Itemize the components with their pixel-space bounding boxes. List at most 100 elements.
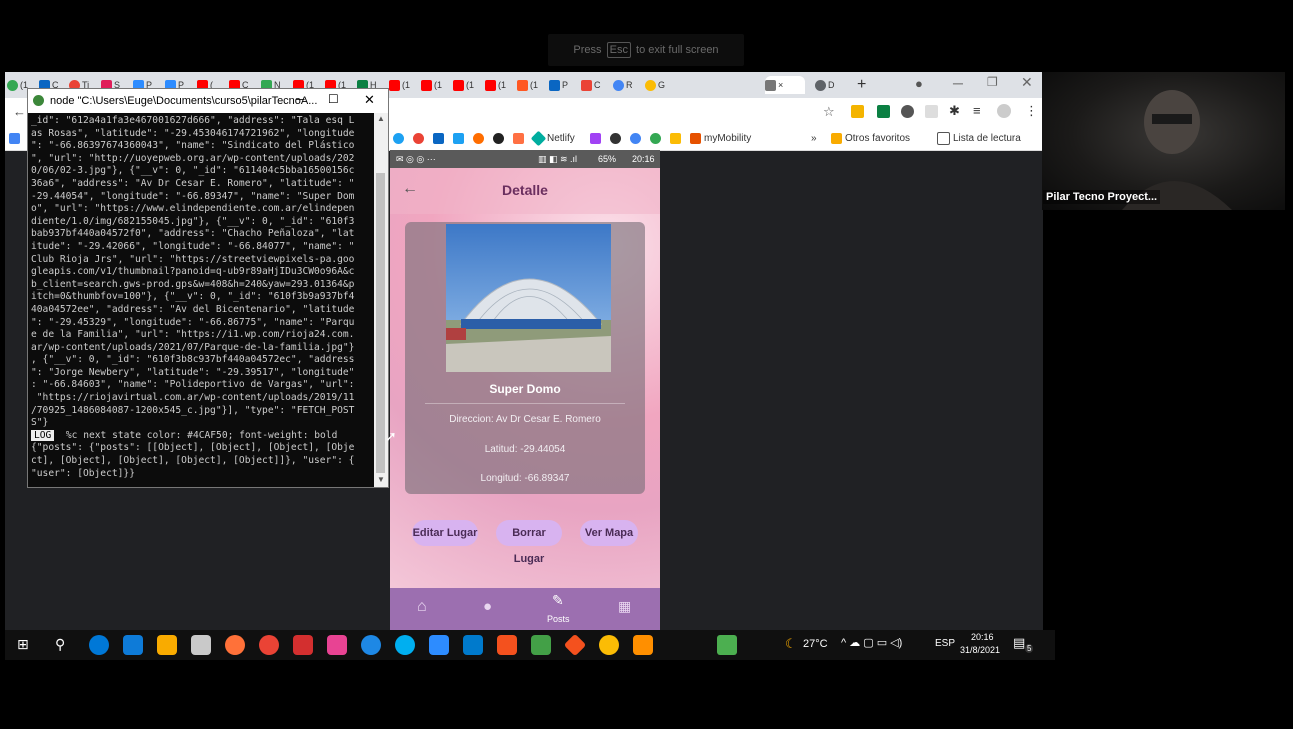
search-icon[interactable]: ⚲ (55, 636, 65, 653)
edge-icon[interactable] (89, 635, 109, 655)
tab-favicon (549, 79, 560, 91)
new-tab-button[interactable]: + (857, 76, 885, 94)
console-line: S"} (31, 417, 49, 429)
tray-icons[interactable]: ^ ☁ ▢ ▭ ◁) (841, 636, 902, 649)
file-explorer-icon[interactable] (157, 635, 177, 655)
bookmark-icon[interactable] (473, 131, 487, 145)
bookmark-icon[interactable] (630, 131, 644, 145)
chrome-icon[interactable] (259, 635, 279, 655)
user-icon[interactable]: ● (483, 598, 492, 615)
participant-name: Pilar Tecno Proyect... (1043, 190, 1161, 204)
tab-14[interactable]: (1 (421, 76, 449, 94)
status-time: 20:16 (632, 154, 655, 164)
sublime-icon[interactable] (497, 635, 517, 655)
firefox-icon[interactable] (225, 635, 245, 655)
tab-16[interactable]: (1 (485, 76, 513, 94)
bookmark-icon[interactable] (453, 131, 467, 145)
bookmark-icon[interactable] (670, 131, 684, 145)
weather-moon-icon[interactable]: ☾ (785, 636, 797, 652)
account-circle-icon[interactable]: ● (915, 76, 933, 94)
home-icon[interactable]: ⌂ (417, 598, 427, 616)
weather-temp[interactable]: 27°C (803, 638, 828, 650)
chrome-icon[interactable] (599, 635, 619, 655)
view-map-button[interactable]: Ver Mapa (580, 520, 638, 546)
back-arrow-icon[interactable]: ← (13, 104, 26, 119)
extension-icon[interactable] (851, 105, 864, 118)
node-app-icon[interactable] (717, 635, 737, 655)
maximize-icon[interactable]: ☐ (328, 92, 339, 106)
zoom-icon[interactable] (429, 635, 449, 655)
minimize-icon[interactable]: ─ (296, 92, 305, 106)
tab-19[interactable]: C (581, 76, 609, 94)
notifications-icon[interactable]: ▤ (1013, 635, 1025, 651)
fullscreen-hint-pre: Press (573, 44, 602, 56)
skype-icon[interactable] (395, 635, 415, 655)
profile-avatar[interactable] (997, 104, 1011, 118)
star-icon[interactable]: ☆ (823, 104, 835, 120)
restore-icon[interactable]: ❐ (987, 75, 998, 89)
bookmark-icon[interactable] (513, 131, 527, 145)
scroll-up-icon[interactable]: ▲ (377, 114, 385, 123)
bookmark-icon[interactable] (650, 131, 664, 145)
windows-start-icon[interactable]: ⊞ (17, 636, 29, 653)
store-icon[interactable] (191, 635, 211, 655)
clock-date[interactable]: 31/8/2021 (960, 645, 1000, 655)
vscode-icon[interactable] (463, 635, 483, 655)
close-icon[interactable]: ✕ (364, 92, 375, 108)
tab-21[interactable]: G (645, 76, 673, 94)
bookmark-icon[interactable] (610, 131, 624, 145)
apps-grid-icon[interactable] (9, 131, 23, 145)
tab-18[interactable]: P (549, 76, 577, 94)
bookmark-netlify[interactable]: Netlify (530, 130, 575, 146)
app-icon[interactable] (531, 635, 551, 655)
puzzle-icon[interactable]: ✱ (949, 103, 960, 119)
bookmark-icon[interactable] (393, 131, 407, 145)
git-icon[interactable] (563, 633, 587, 657)
bookmark-icon[interactable] (433, 131, 447, 145)
posts-nav-icon[interactable]: ✎ (552, 592, 564, 609)
tab-17[interactable]: (1 (517, 76, 545, 94)
console-line: ar/wp-content/uploads/2021/07/Parque-de-… (31, 341, 355, 353)
extension-icon[interactable] (925, 105, 938, 118)
map-icon[interactable]: ▦ (618, 598, 631, 615)
tab-15[interactable]: (1 (453, 76, 481, 94)
scroll-thumb[interactable] (376, 173, 385, 473)
menu-dots-icon[interactable]: ⋮ (1025, 103, 1038, 119)
bookmark-mymobility[interactable]: myMobility (690, 131, 751, 145)
tab-13[interactable]: (1 (389, 76, 417, 94)
tab-favicon (389, 79, 400, 91)
firefox-dev-icon[interactable] (361, 635, 381, 655)
extension-icon[interactable] (901, 105, 914, 118)
app-icon[interactable] (327, 635, 347, 655)
vlc-icon[interactable] (633, 635, 653, 655)
bookmark-lista-de-lectura[interactable]: Lista de lectura (937, 131, 1021, 145)
tab-20[interactable]: R (613, 76, 641, 94)
bookmark-icon[interactable] (413, 131, 427, 145)
scroll-down-icon[interactable]: ▼ (377, 475, 385, 484)
reading-list-icon[interactable]: ≡ (973, 103, 981, 118)
clock-time[interactable]: 20:16 (971, 632, 994, 642)
bookmark-icon[interactable] (493, 131, 507, 145)
console-line: gleapis.com/v1/thumbnail?panoid=q-ub9r89… (31, 266, 355, 278)
input-language[interactable]: ESP (935, 638, 955, 649)
bookmark-otros-favoritos[interactable]: Otros favoritos (831, 131, 910, 145)
log-text: %c next state color: #4CAF50; font-weigh… (54, 429, 338, 441)
tab-active[interactable]: × (765, 76, 805, 94)
edit-place-button[interactable]: Editar Lugar (412, 520, 478, 546)
console-title: node "C:\Users\Euge\Documents\curso5\pil… (50, 95, 318, 107)
place-address: Direccion: Av Dr Cesar E. Romero (449, 414, 601, 425)
console-line: as Rosas", "latitude": "-29.453046174721… (31, 127, 355, 139)
filezilla-icon[interactable] (293, 635, 313, 655)
bookmarks-overflow[interactable]: » (811, 131, 817, 145)
minimize-icon[interactable]: ─ (953, 75, 963, 91)
tab-23[interactable]: D (815, 76, 843, 94)
console-line: ": "-29.45329", "longitude": "-66.86775"… (31, 316, 355, 328)
place-latitude: Latitud: -29.44054 (484, 444, 566, 455)
windows-taskbar: ⊞ ⚲ ☾ 27°C ^ ☁ ▢ ▭ ◁) ESP 20:16 31/8/202… (5, 630, 1055, 660)
signal-icon: ▥ ◧ ≋ .ıl (538, 154, 578, 164)
bookmark-icon[interactable] (590, 131, 604, 145)
app-icon[interactable] (123, 635, 143, 655)
delete-place-button[interactable]: Borrar Lugar (496, 520, 562, 565)
close-icon[interactable]: ✕ (1021, 74, 1033, 91)
extension-icon[interactable] (877, 105, 890, 118)
